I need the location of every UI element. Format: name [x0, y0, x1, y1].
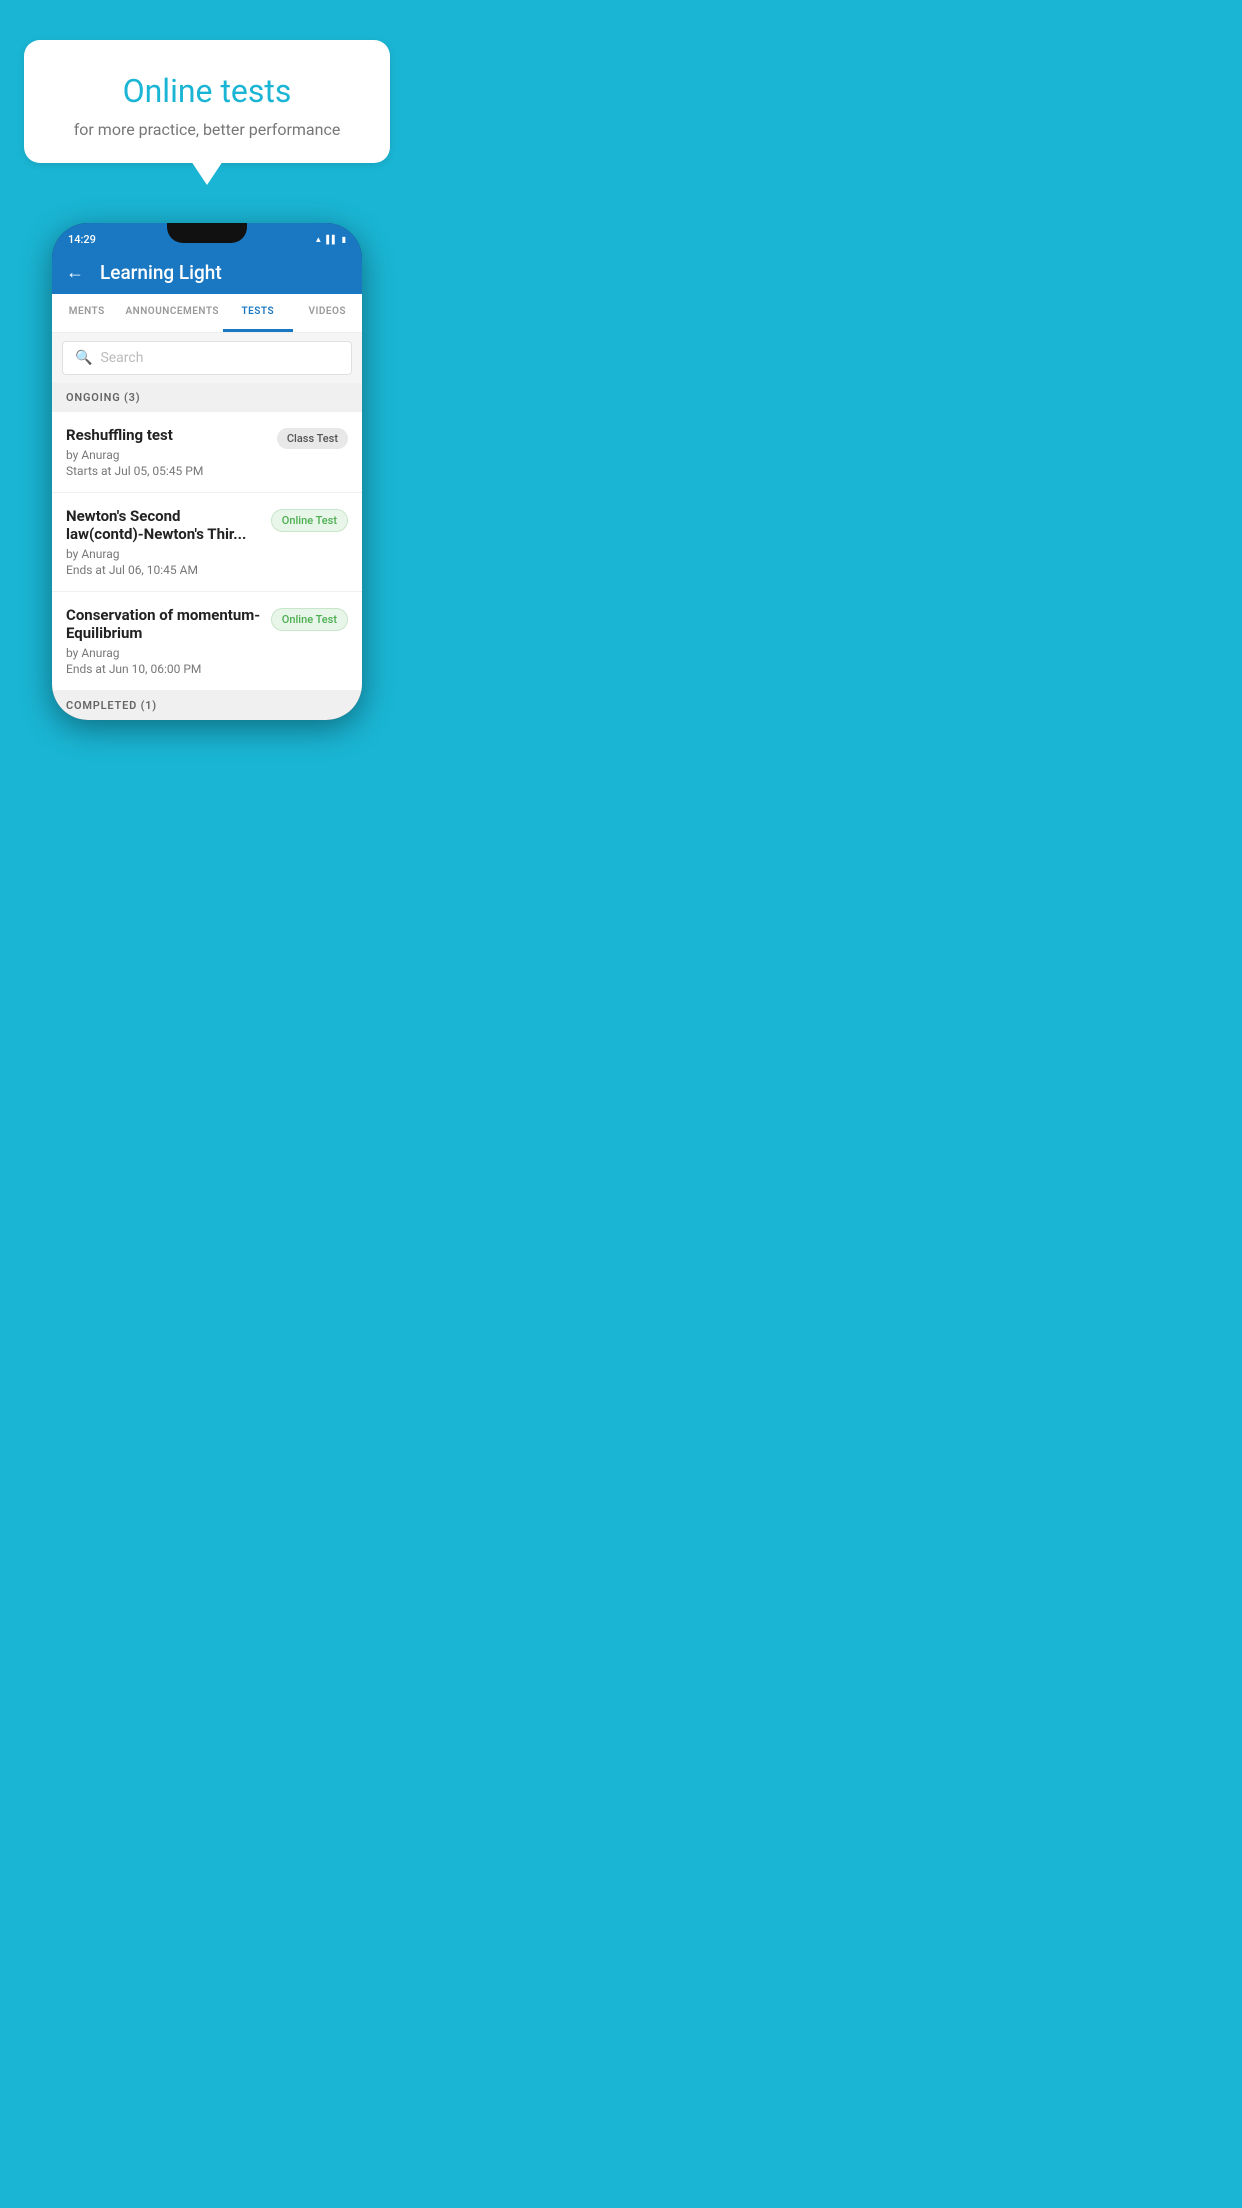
test-date-1: Starts at Jul 05, 05:45 PM [66, 464, 267, 478]
list-item[interactable]: Reshuffling test by Anurag Starts at Jul… [52, 412, 362, 493]
battery-icon [342, 234, 346, 245]
status-time: 14:29 [68, 233, 96, 246]
app-bar: ← Learning Light [52, 251, 362, 294]
tab-videos[interactable]: VIDEOS [293, 294, 362, 332]
completed-section-header: COMPLETED (1) [52, 691, 362, 720]
bubble-area: Online tests for more practice, better p… [0, 0, 414, 173]
phone-mockup-container: 14:29 ← Learning Light MENTS ANNOUNCEMEN… [0, 173, 414, 720]
phone-notch [167, 223, 247, 243]
status-icons [314, 234, 346, 245]
search-input-wrapper[interactable]: 🔍 Search [62, 341, 352, 375]
list-item[interactable]: Newton's Second law(contd)-Newton's Thir… [52, 493, 362, 592]
test-name-2: Newton's Second law(contd)-Newton's Thir… [66, 507, 261, 543]
test-badge-2: Online Test [271, 509, 348, 532]
tabs-bar: MENTS ANNOUNCEMENTS TESTS VIDEOS [52, 294, 362, 333]
tab-ments[interactable]: MENTS [52, 294, 121, 332]
test-date-2: Ends at Jul 06, 10:45 AM [66, 563, 261, 577]
search-bar: 🔍 Search [52, 333, 362, 383]
test-by-3: by Anurag [66, 646, 261, 660]
test-date-3: Ends at Jun 10, 06:00 PM [66, 662, 261, 676]
test-info-3: Conservation of momentum-Equilibrium by … [66, 606, 261, 676]
tab-announcements[interactable]: ANNOUNCEMENTS [121, 294, 223, 332]
app-title: Learning Light [100, 261, 222, 284]
search-icon: 🔍 [75, 350, 92, 366]
test-by-1: by Anurag [66, 448, 267, 462]
test-info-2: Newton's Second law(contd)-Newton's Thir… [66, 507, 261, 577]
test-by-2: by Anurag [66, 547, 261, 561]
test-name-1: Reshuffling test [66, 426, 267, 444]
test-info-1: Reshuffling test by Anurag Starts at Jul… [66, 426, 267, 478]
ongoing-section-header: ONGOING (3) [52, 383, 362, 412]
list-item[interactable]: Conservation of momentum-Equilibrium by … [52, 592, 362, 691]
signal-icon [326, 234, 337, 245]
search-placeholder-text: Search [100, 350, 143, 366]
test-name-3: Conservation of momentum-Equilibrium [66, 606, 261, 642]
bubble-subtitle: for more practice, better performance [52, 120, 362, 139]
wifi-icon [314, 234, 322, 245]
back-button[interactable]: ← [66, 262, 84, 283]
phone-device: 14:29 ← Learning Light MENTS ANNOUNCEMEN… [52, 223, 362, 720]
test-badge-1: Class Test [277, 428, 348, 449]
bubble-title: Online tests [52, 72, 362, 110]
tab-tests[interactable]: TESTS [223, 294, 292, 332]
test-list: Reshuffling test by Anurag Starts at Jul… [52, 412, 362, 691]
speech-bubble: Online tests for more practice, better p… [24, 40, 390, 163]
test-badge-3: Online Test [271, 608, 348, 631]
